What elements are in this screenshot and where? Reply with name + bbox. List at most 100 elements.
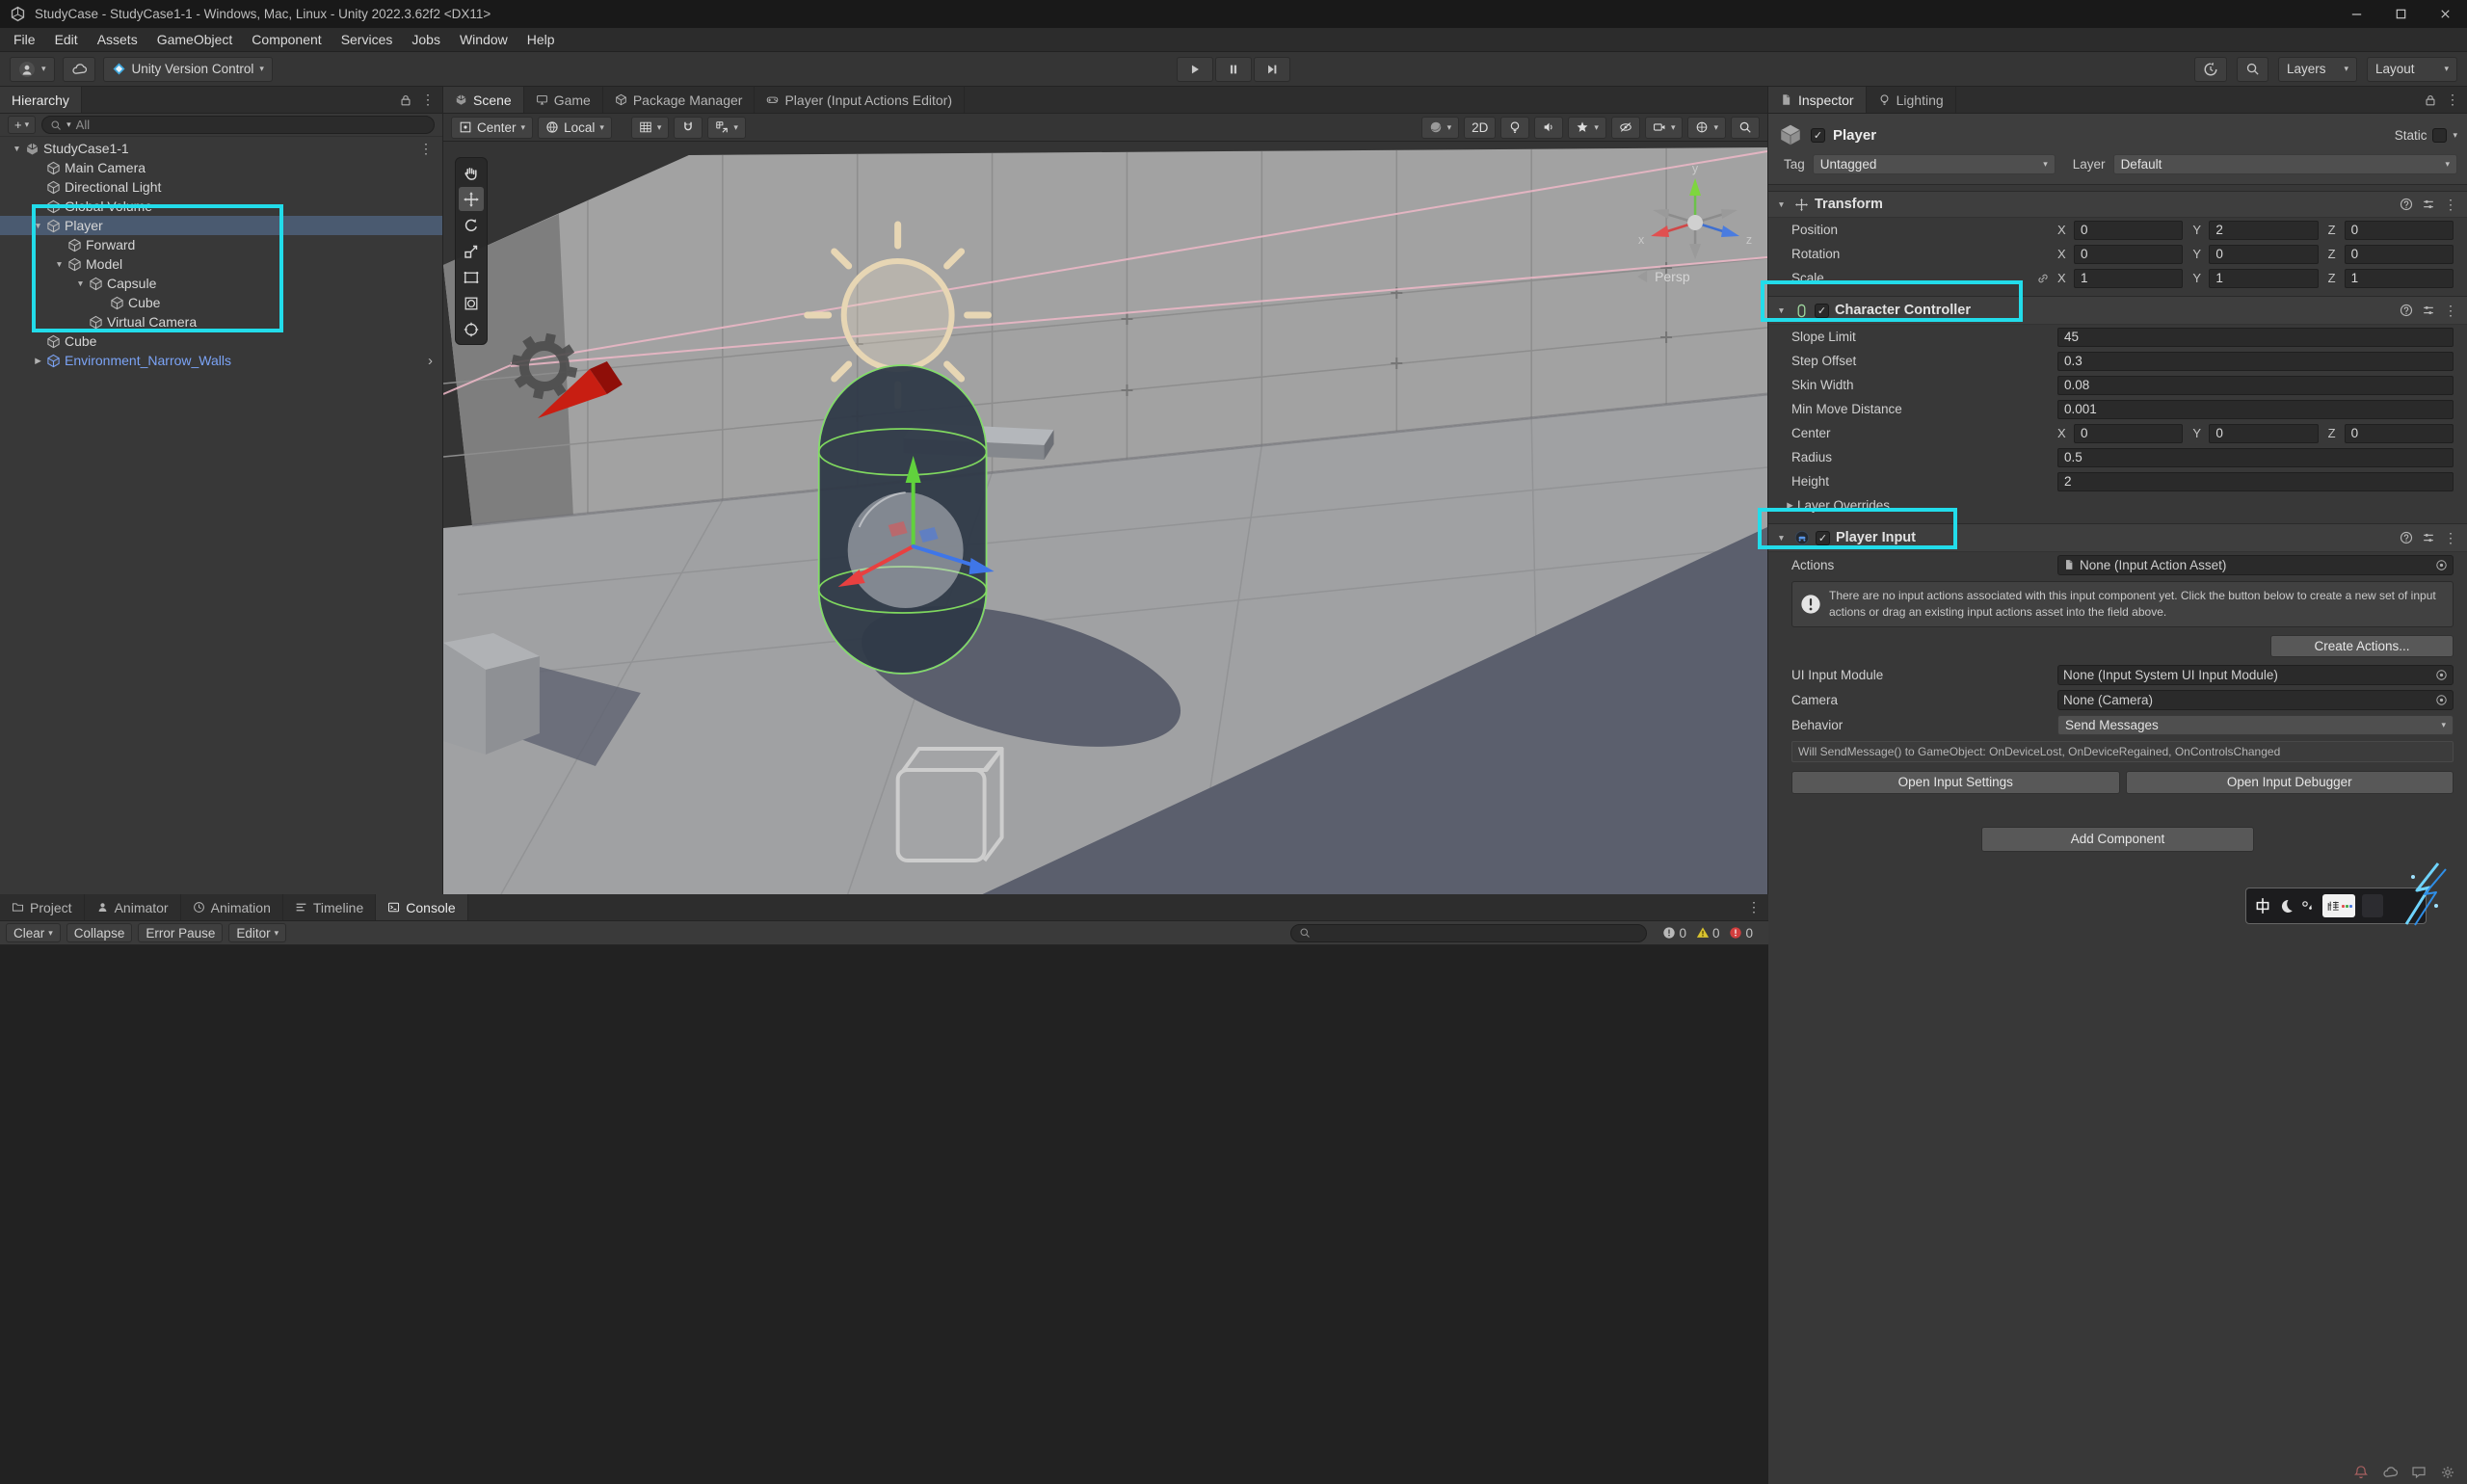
center-z-field[interactable]: 0 — [2345, 424, 2454, 443]
tag-dropdown[interactable]: Untagged ▾ — [1813, 154, 2056, 174]
ime-toolbar[interactable] — [2245, 888, 2427, 924]
foldout-icon[interactable]: ▼ — [73, 278, 88, 288]
ime-keyboard-icon[interactable] — [2322, 894, 2355, 917]
play-button[interactable] — [1177, 57, 1213, 82]
tab-package-manager[interactable]: Package Manager — [603, 87, 756, 113]
tab-inspector[interactable]: Inspector — [1768, 87, 1867, 113]
tab-lighting[interactable]: Lighting — [1867, 87, 1956, 113]
slope-limit-field[interactable]: 45 — [2057, 328, 2454, 347]
grid-snapping-dropdown[interactable]: ▾ — [631, 117, 670, 139]
background-tasks-icon[interactable] — [2440, 1465, 2455, 1480]
player-input-header[interactable]: ▼ ✓ Player Input ⋮ — [1768, 523, 2467, 552]
panel-menu-icon[interactable]: ⋮ — [421, 92, 435, 108]
lighting-toggle-button[interactable] — [1500, 117, 1529, 139]
ime-more-icon[interactable] — [2362, 894, 2383, 917]
ime-chinese-mode-icon[interactable] — [2254, 897, 2271, 914]
move-tool-button[interactable] — [459, 187, 484, 211]
foldout-icon[interactable]: ▶ — [31, 356, 45, 366]
skin-width-field[interactable]: 0.08 — [2057, 376, 2454, 395]
pivot-mode-dropdown[interactable]: Center ▾ — [451, 117, 533, 139]
wireframe-cube[interactable] — [898, 749, 1002, 861]
foldout-icon[interactable]: ▼ — [10, 144, 24, 153]
foldout-icon[interactable]: ▼ — [52, 259, 66, 269]
ime-punctuation-icon[interactable] — [2300, 898, 2316, 914]
rotation-z-field[interactable]: 0 — [2345, 245, 2454, 264]
scene-viewport[interactable]: y x z Persp — [443, 142, 1767, 894]
foldout-icon[interactable]: ▼ — [1774, 305, 1789, 315]
ime-moon-icon[interactable] — [2278, 898, 2294, 914]
cloud-button[interactable] — [63, 57, 95, 82]
scene-menu-icon[interactable]: ⋮ — [419, 141, 442, 157]
static-dropdown-arrow[interactable]: ▾ — [2453, 131, 2457, 140]
hierarchy-row-main-camera[interactable]: Main Camera — [0, 158, 442, 177]
minimize-button[interactable] — [2334, 0, 2378, 28]
open-input-settings-button[interactable]: Open Input Settings — [1791, 771, 2120, 794]
position-z-field[interactable]: 0 — [2345, 221, 2454, 240]
menu-help[interactable]: Help — [517, 32, 565, 47]
close-button[interactable] — [2423, 0, 2467, 28]
layer-dropdown[interactable]: Default ▾ — [2113, 154, 2457, 174]
snap-increment-dropdown[interactable]: ▾ — [707, 117, 746, 139]
menu-edit[interactable]: Edit — [45, 32, 88, 47]
undo-history-button[interactable] — [2194, 57, 2227, 82]
rotation-x-field[interactable]: 0 — [2074, 245, 2183, 264]
hierarchy-row-virtual-camera[interactable]: Virtual Camera — [0, 312, 442, 331]
create-actions-button[interactable]: Create Actions... — [2270, 635, 2454, 657]
height-field[interactable]: 2 — [2057, 472, 2454, 491]
hand-tool-button[interactable] — [459, 161, 484, 185]
tab-animator[interactable]: Animator — [85, 894, 181, 920]
console-log-area[interactable] — [0, 945, 1768, 1484]
step-button[interactable] — [1254, 57, 1290, 82]
camera-settings-dropdown[interactable]: ▾ — [1645, 117, 1684, 139]
object-picker-icon[interactable] — [2435, 669, 2448, 681]
tab-timeline[interactable]: Timeline — [283, 894, 376, 920]
gizmos-dropdown[interactable]: ▾ — [1687, 117, 1726, 139]
orientation-dropdown[interactable]: Local ▾ — [538, 117, 612, 139]
tab-game[interactable]: Game — [524, 87, 603, 113]
object-picker-icon[interactable] — [2435, 694, 2448, 706]
console-error-badge[interactable]: 0 — [1729, 926, 1753, 941]
panel-menu-icon[interactable]: ⋮ — [1747, 899, 1761, 915]
character-controller-header[interactable]: ▼ ✓ Character Controller ⋮ — [1768, 296, 2467, 325]
center-x-field[interactable]: 0 — [2074, 424, 2183, 443]
console-clear-button[interactable]: Clear ▾ — [6, 923, 61, 942]
hierarchy-row-cube[interactable]: Cube — [0, 331, 442, 351]
position-x-field[interactable]: 0 — [2074, 221, 2183, 240]
panel-menu-icon[interactable]: ⋮ — [2446, 92, 2459, 108]
hierarchy-row-forward[interactable]: Forward — [0, 235, 442, 254]
console-error-pause-button[interactable]: Error Pause — [138, 923, 223, 942]
console-info-badge[interactable]: 0 — [1662, 926, 1686, 941]
console-editor-dropdown[interactable]: Editor ▾ — [228, 923, 286, 942]
foldout-icon[interactable]: ▶ — [1783, 500, 1797, 511]
component-enabled-checkbox[interactable]: ✓ — [1815, 304, 1829, 318]
console-search-input[interactable] — [1290, 924, 1647, 942]
presets-icon[interactable] — [2422, 304, 2435, 317]
hierarchy-row-environment-prefab[interactable]: ▶ Environment_Narrow_Walls › — [0, 351, 442, 370]
menu-component[interactable]: Component — [242, 32, 331, 47]
hierarchy-row-cube-child[interactable]: Cube — [0, 293, 442, 312]
hierarchy-search-input[interactable]: ▾ All — [41, 116, 435, 134]
foldout-icon[interactable]: ▼ — [1774, 533, 1789, 543]
help-icon[interactable] — [2400, 304, 2413, 317]
active-checkbox[interactable]: ✓ — [1811, 128, 1825, 143]
snap-toggle-button[interactable] — [674, 117, 703, 139]
radius-field[interactable]: 0.5 — [2057, 448, 2454, 467]
account-button[interactable]: ▾ — [10, 57, 55, 82]
hierarchy-row-capsule[interactable]: ▼ Capsule — [0, 274, 442, 293]
lock-icon[interactable] — [2424, 93, 2437, 107]
player-capsule[interactable] — [819, 365, 987, 674]
component-menu-icon[interactable]: ⋮ — [2444, 530, 2457, 546]
messages-icon[interactable] — [2411, 1465, 2427, 1480]
ui-input-module-field[interactable]: None (Input System UI Input Module) — [2057, 665, 2454, 685]
version-control-button[interactable]: Unity Version Control ▾ — [103, 57, 273, 82]
layers-dropdown[interactable]: Layers ▾ — [2278, 57, 2357, 82]
tab-project[interactable]: Project — [0, 894, 85, 920]
notifications-muted-icon[interactable] — [2353, 1465, 2369, 1480]
camera-object-field[interactable]: None (Camera) — [2057, 690, 2454, 710]
search-button[interactable] — [2237, 57, 2268, 82]
menu-file[interactable]: File — [4, 32, 45, 47]
draw-mode-dropdown[interactable]: ▾ — [1421, 117, 1460, 139]
position-y-field[interactable]: 2 — [2209, 221, 2318, 240]
center-y-field[interactable]: 0 — [2209, 424, 2318, 443]
menu-jobs[interactable]: Jobs — [402, 32, 450, 47]
